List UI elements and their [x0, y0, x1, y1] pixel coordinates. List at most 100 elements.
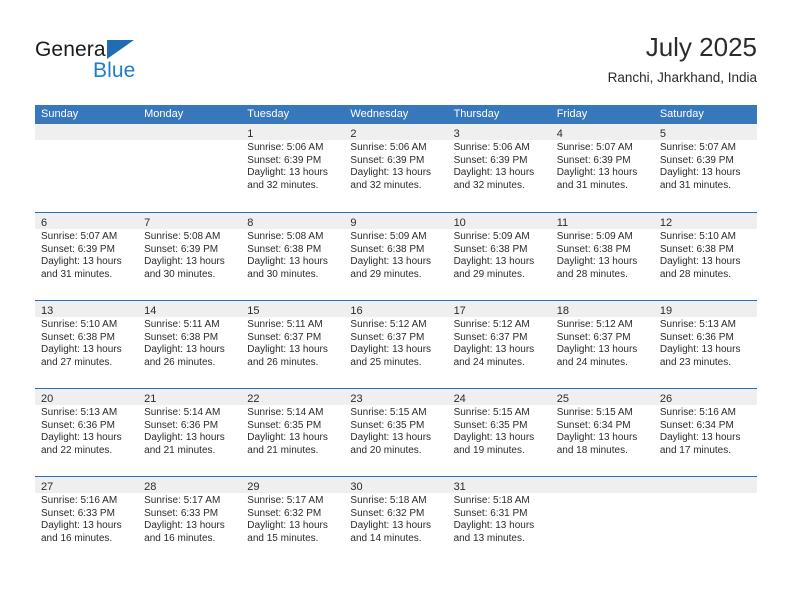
day-cell[interactable]: 8 Sunrise: 5:08 AM Sunset: 6:38 PM Daylight… — [241, 213, 345, 300]
day-number-band: 26 — [653, 389, 757, 405]
day-cell[interactable]: 6 Sunrise: 5:07 AM Sunset: 6:39 PM Daylight… — [35, 213, 139, 300]
day-cell[interactable]: 28 Sunrise: 5:17 AM Sunset: 6:33 PM Dayligh… — [138, 477, 242, 564]
day-daylight1-text: Daylight: 13 hours — [556, 167, 638, 179]
day-sunset-text: Sunset: 6:36 PM — [41, 419, 115, 431]
day-sunrise-text: Sunrise: 5:12 AM — [350, 319, 427, 330]
day-detail: Sunrise: 5:18 AM Sunset: 6:31 PM Daylight:… — [448, 493, 551, 545]
day-number-band: 11 — [550, 213, 654, 229]
day-number-band: 21 — [138, 389, 242, 405]
day-sunset-text: Sunset: 6:37 PM — [453, 331, 528, 343]
day-sunrise-text: Sunrise: 5:12 AM — [556, 319, 633, 330]
day-daylight2-text: and 32 minutes. — [453, 179, 525, 191]
day-sunrise-text: Sunrise: 5:16 AM — [41, 495, 118, 506]
day-detail: Sunrise: 5:11 AM Sunset: 6:38 PM Daylight:… — [138, 317, 241, 369]
title-block: July 2025 Ranchi, Jharkhand, India — [608, 30, 757, 89]
day-detail: Sunrise: 5:15 AM Sunset: 6:35 PM Daylight:… — [448, 405, 551, 457]
day-number: 22 — [247, 393, 260, 405]
day-sunrise-text: Sunrise: 5:17 AM — [144, 495, 221, 506]
day-cell[interactable]: 30 Sunrise: 5:18 AM Sunset: 6:32 PM Dayligh… — [344, 477, 448, 564]
day-daylight1-text: Daylight: 13 hours — [556, 432, 638, 444]
day-daylight1-text: Daylight: 13 hours — [247, 344, 328, 356]
day-cell[interactable]: 2 Sunrise: 5:06 AM Sunset: 6:39 PM Daylight… — [344, 124, 448, 212]
day-number: 25 — [556, 393, 569, 405]
day-sunset-text: Sunset: 6:38 PM — [41, 331, 115, 343]
day-number: 5 — [659, 128, 666, 140]
day-cell[interactable]: 31 Sunrise: 5:18 AM Sunset: 6:31 PM Dayligh… — [447, 477, 551, 564]
day-sunrise-text: Sunrise: 5:16 AM — [659, 407, 736, 418]
day-number-band: 30 — [344, 477, 448, 493]
day-sunrise-text: Sunrise: 5:08 AM — [247, 231, 324, 242]
day-daylight2-text: and 28 minutes. — [556, 268, 628, 280]
day-daylight2-text: and 14 minutes. — [350, 532, 422, 544]
day-cell[interactable]: 1 Sunrise: 5:06 AM Sunset: 6:39 PM Daylight… — [241, 124, 345, 212]
day-detail: Sunrise: 5:07 AM Sunset: 6:39 PM Daylight:… — [35, 229, 138, 281]
day-sunset-text: Sunset: 6:39 PM — [350, 154, 425, 166]
day-sunset-text: Sunset: 6:38 PM — [350, 243, 425, 255]
day-daylight1-text: Daylight: 13 hours — [350, 167, 432, 179]
day-cell[interactable]: 14 Sunrise: 5:11 AM Sunset: 6:38 PM Dayligh… — [138, 301, 242, 388]
day-number: 28 — [144, 481, 157, 493]
day-cell[interactable]: 19 Sunrise: 5:13 AM Sunset: 6:36 PM Dayligh… — [653, 301, 757, 388]
day-cell[interactable]: 3 Sunrise: 5:06 AM Sunset: 6:39 PM Daylight… — [447, 124, 551, 212]
day-number-band: 16 — [344, 301, 448, 317]
day-number-band: 6 — [35, 213, 139, 229]
day-cell[interactable]: 23 Sunrise: 5:15 AM Sunset: 6:35 PM Dayligh… — [344, 389, 448, 476]
day-sunset-text: Sunset: 6:34 PM — [659, 419, 734, 431]
day-cell[interactable]: 11 Sunrise: 5:09 AM Sunset: 6:38 PM Dayligh… — [550, 213, 654, 300]
day-sunrise-text: Sunrise: 5:07 AM — [41, 231, 118, 242]
calendar-body: 1 Sunrise: 5:06 AM Sunset: 6:39 PM Daylight… — [35, 124, 757, 564]
day-cell[interactable]: 15 Sunrise: 5:11 AM Sunset: 6:37 PM Dayligh… — [241, 301, 345, 388]
day-daylight1-text: Daylight: 13 hours — [247, 520, 328, 532]
day-cell[interactable]: 26 Sunrise: 5:16 AM Sunset: 6:34 PM Dayligh… — [653, 389, 757, 476]
day-number-band: 13 — [35, 301, 139, 317]
day-number: 8 — [247, 217, 254, 229]
day-daylight2-text: and 15 minutes. — [247, 532, 319, 544]
day-daylight1-text: Daylight: 13 hours — [453, 432, 535, 444]
day-number-band: 5 — [653, 124, 757, 140]
day-number: 3 — [453, 128, 460, 140]
day-sunrise-text: Sunrise: 5:17 AM — [247, 495, 324, 506]
day-daylight1-text: Daylight: 13 hours — [453, 344, 535, 356]
day-cell[interactable]: 13 Sunrise: 5:10 AM Sunset: 6:38 PM Dayligh… — [35, 301, 139, 388]
day-sunrise-text: Sunrise: 5:06 AM — [350, 142, 427, 153]
day-sunset-text: Sunset: 6:38 PM — [144, 331, 219, 343]
day-cell[interactable]: 4 Sunrise: 5:07 AM Sunset: 6:39 PM Daylight… — [550, 124, 654, 212]
day-number-band: 7 — [138, 213, 242, 229]
calendar-page: General Blue July 2025 Ranchi, Jharkhand… — [0, 0, 792, 612]
general-blue-logo[interactable]: General Blue — [35, 38, 215, 94]
day-cell[interactable]: 9 Sunrise: 5:09 AM Sunset: 6:38 PM Daylight… — [344, 213, 448, 300]
day-detail: Sunrise: 5:17 AM Sunset: 6:32 PM Daylight:… — [241, 493, 344, 545]
day-number-band: 24 — [447, 389, 551, 405]
day-daylight1-text: Daylight: 13 hours — [556, 256, 638, 268]
day-cell[interactable]: 20 Sunrise: 5:13 AM Sunset: 6:36 PM Dayligh… — [35, 389, 139, 476]
day-sunrise-text: Sunrise: 5:08 AM — [144, 231, 221, 242]
day-detail: Sunrise: 5:16 AM Sunset: 6:33 PM Daylight:… — [35, 493, 138, 545]
day-cell[interactable]: 16 Sunrise: 5:12 AM Sunset: 6:37 PM Dayligh… — [344, 301, 448, 388]
day-daylight2-text: and 31 minutes. — [41, 268, 113, 280]
day-number: 10 — [453, 217, 466, 229]
day-cell[interactable]: 10 Sunrise: 5:09 AM Sunset: 6:38 PM Dayligh… — [447, 213, 551, 300]
day-number-band: 25 — [550, 389, 654, 405]
day-detail: Sunrise: 5:06 AM Sunset: 6:39 PM Daylight:… — [344, 140, 447, 192]
weekday-header-saturday: Saturday — [659, 108, 704, 120]
day-detail: Sunrise: 5:14 AM Sunset: 6:36 PM Daylight:… — [138, 405, 241, 457]
day-cell[interactable]: 27 Sunrise: 5:16 AM Sunset: 6:33 PM Dayligh… — [35, 477, 139, 564]
day-cell[interactable]: 29 Sunrise: 5:17 AM Sunset: 6:32 PM Dayligh… — [241, 477, 345, 564]
day-cell[interactable]: 25 Sunrise: 5:15 AM Sunset: 6:34 PM Dayligh… — [550, 389, 654, 476]
day-cell[interactable]: 5 Sunrise: 5:07 AM Sunset: 6:39 PM Daylight… — [653, 124, 757, 212]
day-cell[interactable]: 24 Sunrise: 5:15 AM Sunset: 6:35 PM Dayligh… — [447, 389, 551, 476]
day-cell[interactable]: 7 Sunrise: 5:08 AM Sunset: 6:39 PM Daylight… — [138, 213, 242, 300]
day-daylight2-text: and 25 minutes. — [350, 356, 422, 368]
day-cell[interactable]: 21 Sunrise: 5:14 AM Sunset: 6:36 PM Dayligh… — [138, 389, 242, 476]
day-number-band: 28 — [138, 477, 242, 493]
day-number-band: 8 — [241, 213, 345, 229]
day-daylight2-text: and 31 minutes. — [659, 179, 732, 191]
day-cell[interactable]: 18 Sunrise: 5:12 AM Sunset: 6:37 PM Dayligh… — [550, 301, 654, 388]
day-cell[interactable]: 17 Sunrise: 5:12 AM Sunset: 6:37 PM Dayligh… — [447, 301, 551, 388]
day-number: 19 — [659, 305, 673, 317]
day-number: 23 — [350, 393, 363, 405]
day-detail: Sunrise: 5:08 AM Sunset: 6:39 PM Daylight:… — [138, 229, 241, 281]
day-cell[interactable]: 22 Sunrise: 5:14 AM Sunset: 6:35 PM Dayligh… — [241, 389, 345, 476]
day-sunset-text: Sunset: 6:38 PM — [453, 243, 528, 255]
day-cell[interactable]: 12 Sunrise: 5:10 AM Sunset: 6:38 PM Dayligh… — [653, 213, 757, 300]
